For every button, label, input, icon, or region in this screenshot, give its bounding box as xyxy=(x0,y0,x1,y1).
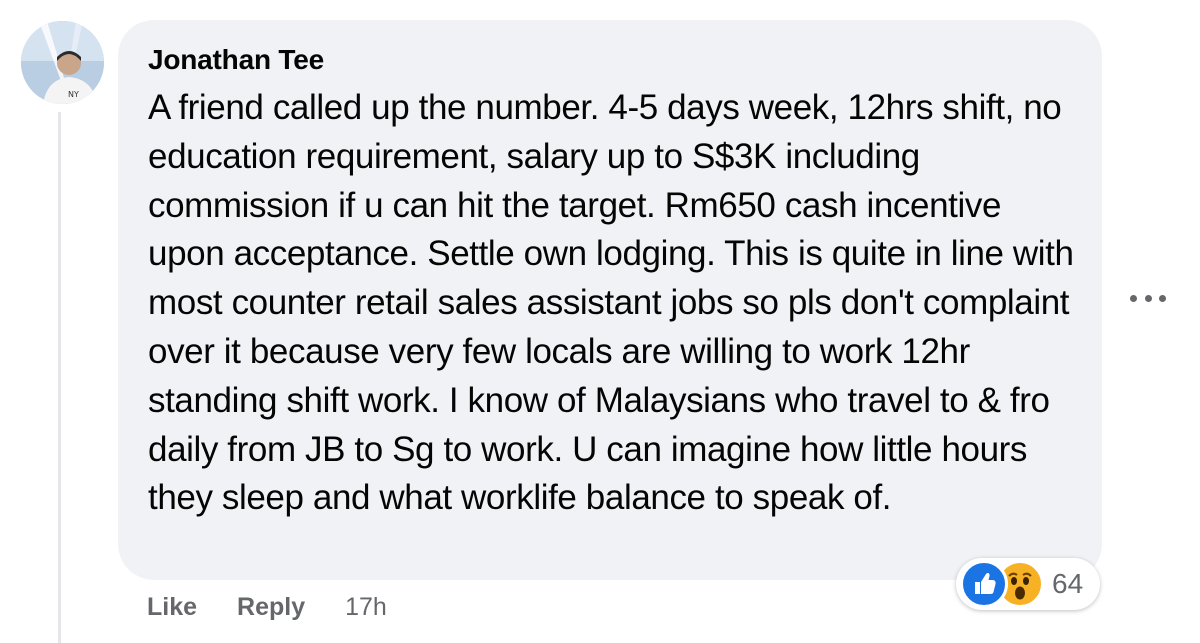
svg-text:NY: NY xyxy=(68,90,79,99)
reply-button[interactable]: Reply xyxy=(237,593,305,622)
comment-author[interactable]: Jonathan Tee xyxy=(148,42,1072,78)
avatar[interactable]: NY xyxy=(21,21,104,104)
like-button[interactable]: Like xyxy=(147,593,197,622)
reactions-summary[interactable]: 64 xyxy=(956,558,1100,610)
like-icon xyxy=(960,560,1008,608)
comment-timestamp[interactable]: 17h xyxy=(345,593,387,622)
comment-bubble: Jonathan Tee A friend called up the numb… xyxy=(118,20,1102,580)
comment-text: A friend called up the number. 4-5 days … xyxy=(148,88,1074,518)
reply-thread-line xyxy=(58,112,61,643)
profile-photo: NY xyxy=(21,21,104,104)
comment-actions: Like Reply 17h xyxy=(147,590,387,624)
reaction-count: 64 xyxy=(1052,568,1084,599)
more-options-icon[interactable] xyxy=(1130,286,1166,310)
